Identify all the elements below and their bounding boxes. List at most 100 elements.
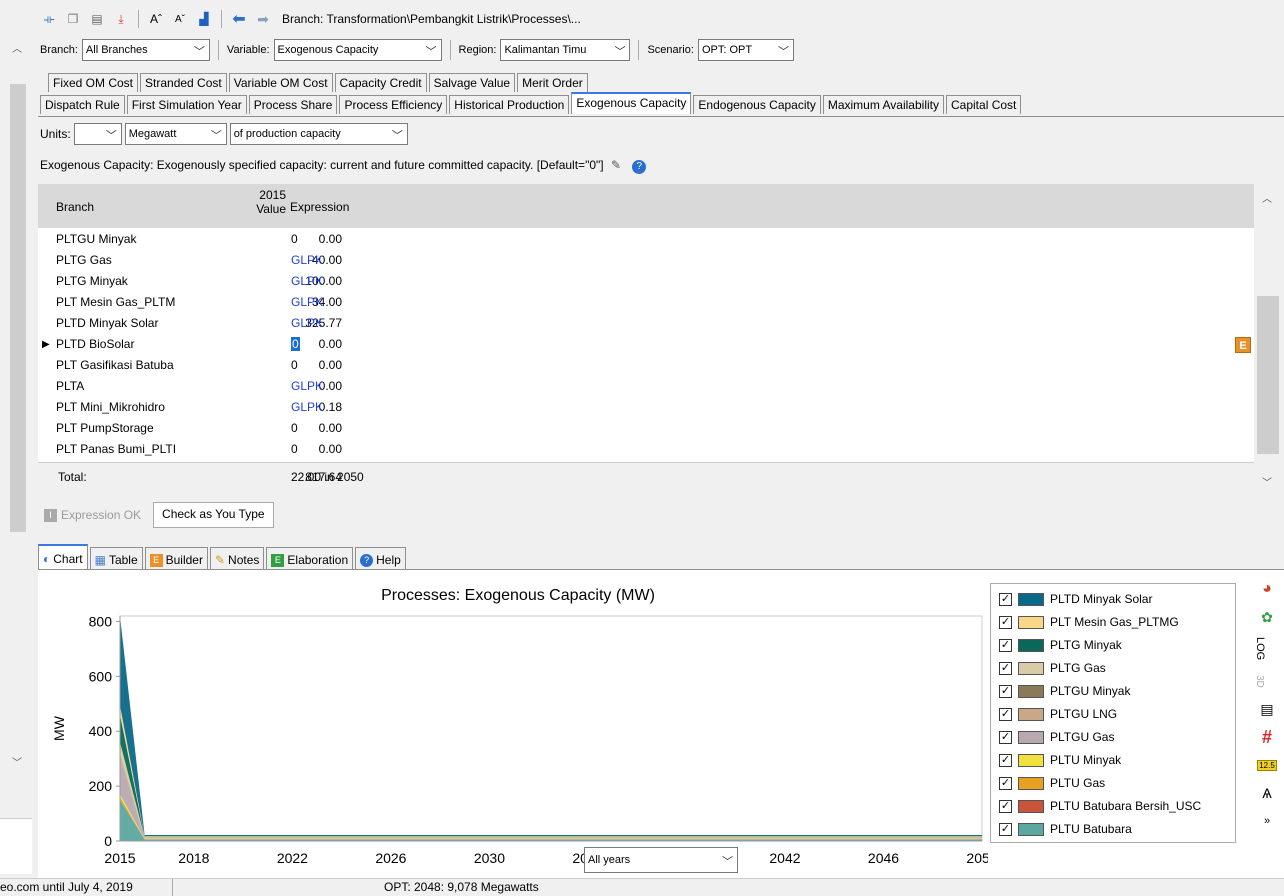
link-icon[interactable]: ⟛ — [40, 10, 58, 28]
legend-checkbox[interactable]: ✓ — [999, 592, 1012, 606]
help-icon[interactable]: ? — [632, 160, 647, 174]
legend-icon[interactable]: ▤ — [1254, 698, 1280, 720]
table-row[interactable]: PLTD BioSolar 0.00 0 — [56, 335, 556, 356]
back-arrow-icon[interactable]: ⬅ — [230, 10, 248, 28]
unit-select[interactable]: Megawatt ﹀ — [124, 123, 227, 145]
table-row[interactable]: PLTGU Minyak 0.00 0 — [56, 230, 556, 251]
scenario-select[interactable]: OPT: OPT ﹀ — [697, 39, 794, 61]
chart-legend[interactable]: ✓ PLTD Minyak Solar ✓ PLT Mesin Gas_PLTMG ✓ P… — [990, 583, 1236, 843]
legend-checkbox[interactable]: ✓ — [999, 638, 1012, 652]
grid-icon[interactable]: # — [1254, 726, 1280, 748]
years-select[interactable]: All years ﹀ — [584, 847, 738, 873]
palette-icon[interactable]: ✿ — [1254, 606, 1280, 628]
row-expression-selected[interactable]: 0 — [291, 337, 300, 351]
check-as-you-type-button[interactable]: Check as You Type — [153, 502, 274, 528]
tab-process-share[interactable]: Process Share — [248, 95, 338, 114]
legend-item[interactable]: ✓ PLTU Batubara — [999, 818, 1132, 840]
region-select[interactable]: Kalimantan Timu ﹀ — [500, 39, 631, 61]
table-row[interactable]: PLTD Minyak Solar 325.77 GLPK — [56, 314, 556, 335]
row-expression[interactable]: 0 — [291, 358, 298, 372]
tab-builder[interactable]: E Builder — [144, 547, 208, 569]
tab-fixed-om-cost[interactable]: Fixed OM Cost — [48, 73, 139, 92]
legend-checkbox[interactable]: ✓ — [999, 799, 1012, 813]
tab-first-simulation-year[interactable]: First Simulation Year — [126, 95, 247, 114]
row-expression[interactable]: GLPK — [291, 379, 323, 393]
legend-checkbox[interactable]: ✓ — [999, 707, 1012, 721]
pie-icon[interactable]: ◕ — [1254, 578, 1280, 600]
legend-checkbox[interactable]: ✓ — [999, 730, 1012, 744]
tab-merit-order[interactable]: Merit Order — [517, 73, 588, 92]
legend-item[interactable]: ✓ PLT Mesin Gas_PLTMG — [999, 611, 1179, 633]
col-header-value[interactable]: 2015 Value — [250, 188, 286, 216]
legend-checkbox[interactable]: ✓ — [999, 822, 1012, 836]
row-expression[interactable]: GLPK — [291, 400, 323, 414]
tab-elaboration[interactable]: E Elaboration — [266, 547, 354, 569]
table-row[interactable]: PLT Panas Bumi_PLTI 0.00 0 — [56, 440, 556, 461]
legend-checkbox[interactable]: ✓ — [999, 776, 1012, 790]
tab-chart[interactable]: ◐ Chart — [38, 544, 88, 569]
tab-help[interactable]: ? Help — [355, 547, 406, 569]
tab-dispatch-rule[interactable]: Dispatch Rule — [40, 95, 125, 114]
legend-checkbox[interactable]: ✓ — [999, 615, 1012, 629]
table-row[interactable]: PLT Mini_Mikrohidro 0.18 GLPK — [56, 398, 556, 419]
row-expression[interactable]: GLPK — [291, 274, 323, 288]
tab-table[interactable]: ▦ Table — [89, 547, 143, 569]
legend-item[interactable]: ✓ PLTU Gas — [999, 772, 1105, 794]
tab-notes[interactable]: ✎ Notes — [209, 547, 265, 569]
tab-maximum-availability[interactable]: Maximum Availability — [822, 95, 944, 114]
legend-item[interactable]: ✓ PLTGU Gas — [999, 726, 1114, 748]
legend-checkbox[interactable]: ✓ — [999, 661, 1012, 675]
table-row[interactable]: PLTA 0.00 GLPK — [56, 377, 556, 398]
import-icon[interactable]: ⤓ — [112, 10, 130, 28]
left-scroll-thumb[interactable] — [10, 84, 26, 532]
tab-endogenous-capacity[interactable]: Endogenous Capacity — [693, 95, 821, 114]
font-increase-icon[interactable]: Aˆ — [147, 10, 165, 28]
legend-checkbox[interactable]: ✓ — [999, 753, 1012, 767]
unit-per-select[interactable]: of production capacity ﹀ — [229, 123, 408, 145]
legend-item[interactable]: ✓ PLTG Minyak — [999, 634, 1122, 656]
legend-item[interactable]: ✓ PLTD Minyak Solar — [999, 588, 1152, 610]
font-decrease-icon[interactable]: Aˇ — [171, 10, 189, 28]
grid-scroll-up-icon[interactable]: ︿ — [1262, 190, 1272, 205]
chart-wizard-icon[interactable]: ▟ — [195, 10, 213, 28]
tab-process-efficiency[interactable]: Process Efficiency — [339, 95, 448, 114]
col-header-branch[interactable]: Branch — [56, 200, 94, 214]
table-row[interactable]: PLTG Minyak 100.00 GLPK — [56, 272, 556, 293]
legend-checkbox[interactable]: ✓ — [999, 684, 1012, 698]
chart[interactable]: Processes: Exogenous Capacity (MW) 0 200 40… — [38, 570, 988, 870]
grid-scroll-down-icon[interactable]: ﹀ — [1262, 474, 1272, 489]
legend-item[interactable]: ✓ PLTU Minyak — [999, 749, 1121, 771]
tab-variable-om-cost[interactable]: Variable OM Cost — [228, 73, 333, 92]
row-expression[interactable]: GLPK — [291, 253, 323, 267]
tab-capacity-credit[interactable]: Capacity Credit — [334, 73, 427, 92]
unit-scale-select[interactable]: ﹀ — [73, 123, 122, 145]
table-row[interactable]: PLT Gasifikasi Batuba 0.00 0 — [56, 356, 556, 377]
font-icon[interactable]: Ѧ — [1254, 782, 1280, 804]
left-scroll-down-icon[interactable]: ﹀ — [12, 754, 22, 769]
table-row[interactable]: PLTG Gas 40.00 GLPK — [56, 251, 556, 272]
log-toggle[interactable]: LOG — [1254, 634, 1266, 664]
row-expression[interactable]: GLPK — [291, 295, 323, 309]
save-icon[interactable]: ▤ — [88, 10, 106, 28]
row-expression[interactable]: GLPK — [291, 316, 323, 330]
row-expression[interactable]: 0 — [291, 421, 298, 435]
edit-description-icon[interactable]: ✎ — [611, 158, 627, 172]
grid-scroll-thumb[interactable] — [1257, 296, 1279, 454]
table-row[interactable]: PLT PumpStorage 0.00 0 — [56, 419, 556, 440]
copy-icon[interactable]: ❐ — [64, 10, 82, 28]
tab-capital-cost[interactable]: Capital Cost — [946, 95, 1022, 114]
row-expression[interactable]: 0 — [291, 442, 298, 456]
number-format-icon[interactable]: 12.5 — [1254, 754, 1280, 776]
3d-toggle[interactable]: 3D — [1254, 670, 1265, 692]
row-expression[interactable]: 0 — [291, 232, 298, 246]
forward-arrow-icon[interactable]: ➡ — [254, 10, 272, 28]
col-header-expression[interactable]: Expression — [290, 200, 349, 214]
tab-exogenous-capacity[interactable]: Exogenous Capacity — [571, 92, 692, 114]
left-scroll-up-icon[interactable]: ︿ — [12, 40, 22, 55]
table-row[interactable]: PLT Mesin Gas_PLTM 34.00 GLPK — [56, 293, 556, 314]
variable-select[interactable]: Exogenous Capacity ﹀ — [273, 39, 442, 61]
tab-historical-production[interactable]: Historical Production — [449, 95, 570, 114]
more-icon[interactable]: » — [1254, 810, 1280, 832]
legend-item[interactable]: ✓ PLTU Batubara Bersih_USC — [999, 795, 1201, 817]
tab-stranded-cost[interactable]: Stranded Cost — [140, 73, 227, 92]
